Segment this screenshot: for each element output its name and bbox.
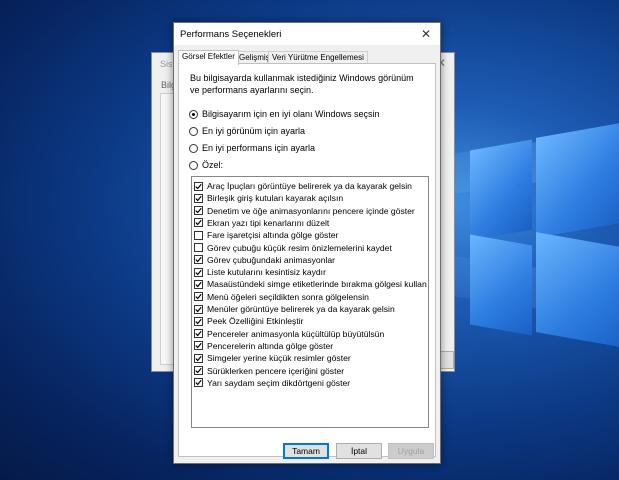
effect-option[interactable]: Sürüklerken pencere içeriğini göster — [194, 365, 344, 377]
effect-label: Pencerelerin altında gölge göster — [207, 340, 334, 351]
effect-option[interactable]: Peek Özelliğini Etkinleştir — [194, 315, 303, 327]
checkbox-unchecked[interactable] — [194, 230, 203, 240]
radio-best-performance[interactable]: En iyi performans için ayarla — [189, 142, 315, 154]
checkbox-checked[interactable] — [194, 279, 203, 289]
effect-label: Görev çubuğu küçük resim önizlemelerini … — [207, 242, 392, 253]
checkbox-checked[interactable] — [194, 267, 203, 277]
check-icon — [195, 220, 202, 226]
check-icon — [195, 343, 202, 349]
effect-label: Menü öğeleri seçildikten sonra gölgelens… — [207, 291, 369, 302]
radio-best-appearance[interactable]: En iyi görünüm için ayarla — [189, 125, 305, 137]
effect-option[interactable]: Pencereler animasyonla küçültülüp büyütü… — [194, 328, 384, 340]
radio-label: Bilgisayarım için en iyi olanı Windows s… — [202, 109, 380, 119]
checkbox-unchecked[interactable] — [194, 243, 203, 252]
check-icon — [195, 318, 202, 325]
checkbox-checked[interactable] — [194, 341, 203, 351]
check-icon — [195, 207, 202, 214]
checkbox-checked[interactable] — [194, 292, 203, 302]
check-icon — [195, 330, 202, 337]
effect-option[interactable]: Denetim ve öğe animasyonlarını pencere i… — [194, 205, 415, 217]
check-icon — [195, 281, 202, 288]
check-icon — [195, 294, 202, 300]
check-icon — [195, 355, 202, 362]
check-icon — [195, 195, 202, 202]
ok-button[interactable]: Tamam — [283, 443, 329, 459]
effect-label: Sürüklerken pencere içeriğini göster — [207, 365, 345, 376]
radio-button[interactable] — [189, 143, 198, 153]
visual-effects-panel: Bu bilgisayarda kullanmak istediğiniz Wi… — [178, 63, 436, 457]
effect-option[interactable]: Masaüstündeki simge etiketlerinde bırakm… — [194, 278, 427, 290]
effect-label: Menüler görüntüye belirerek ya da kayara… — [207, 304, 395, 314]
effect-label: Liste kutularını kesintisiz kaydır — [207, 267, 326, 278]
effect-label: Fare işaretçisi altında gölge göster — [207, 230, 339, 241]
effect-label: Pencereler animasyonla küçültülüp büyütü… — [207, 328, 385, 339]
effect-option[interactable]: Simgeler yerine küçük resimler göster — [194, 352, 351, 364]
close-icon[interactable]: ✕ — [416, 25, 436, 43]
effect-label: Yarı saydam seçim dikdörtgeni göster — [207, 377, 351, 388]
title-bar: Performans Seçenekleri ✕ — [174, 23, 440, 45]
radio-let-windows-choose[interactable]: Bilgisayarım için en iyi olanı Windows s… — [189, 108, 380, 120]
radio-custom[interactable]: Özel: — [189, 159, 223, 171]
checkbox-checked[interactable] — [194, 255, 203, 265]
radio-label: En iyi görünüm için ayarla — [202, 126, 306, 136]
checkbox-checked[interactable] — [194, 218, 203, 228]
checkbox-checked[interactable] — [194, 329, 203, 339]
effect-label: Simgeler yerine küçük resimler göster — [207, 353, 351, 364]
checkbox-checked[interactable] — [194, 206, 203, 216]
effect-label: Peek Özelliğini Etkinleştir — [207, 316, 304, 327]
tab-visual-effects[interactable]: Görsel Efektler — [178, 50, 239, 65]
effect-label: Araç İpuçları görüntüye belirerek ya da … — [207, 181, 412, 191]
radio-label: En iyi performans için ayarla — [202, 143, 316, 153]
effect-label: Görev çubuğundaki animasyonlar — [207, 254, 336, 265]
effect-label: Birleşik giriş kutuları kayarak açılsın — [207, 193, 344, 204]
effect-label: Masaüstündeki simge etiketlerinde bırakm… — [207, 279, 427, 290]
checkbox-checked[interactable] — [194, 304, 203, 314]
effect-option[interactable]: Birleşik giriş kutuları kayarak açılsın — [194, 192, 343, 204]
effect-option[interactable]: Liste kutularını kesintisiz kaydır — [194, 266, 326, 278]
description-text: Bu bilgisayarda kullanmak istediğiniz Wi… — [190, 73, 414, 95]
check-icon — [195, 367, 202, 374]
effect-option[interactable]: Menü öğeleri seçildikten sonra gölgelens… — [194, 291, 369, 303]
check-icon — [195, 380, 202, 386]
apply-button[interactable]: Uygula — [388, 443, 434, 459]
checkbox-checked[interactable] — [194, 353, 203, 363]
radio-button[interactable] — [189, 126, 198, 136]
check-icon — [195, 257, 202, 263]
check-icon — [195, 306, 202, 312]
checkbox-checked[interactable] — [194, 366, 203, 375]
effect-label: Ekran yazı tipi kenarlarını düzelt — [207, 217, 330, 228]
effect-label: Denetim ve öğe animasyonlarını pencere i… — [207, 205, 415, 216]
dialog-title: Performans Seçenekleri — [180, 29, 282, 40]
effect-option[interactable]: Ekran yazı tipi kenarlarını düzelt — [194, 217, 329, 229]
radio-label: Özel: — [202, 160, 224, 170]
effect-option[interactable]: Pencerelerin altında gölge göster — [194, 340, 333, 352]
radio-button[interactable] — [189, 109, 198, 119]
checkbox-checked[interactable] — [194, 378, 203, 388]
effect-option[interactable]: Araç İpuçları görüntüye belirerek ya da … — [194, 180, 412, 192]
check-icon — [195, 183, 202, 189]
cancel-button[interactable]: İptal — [336, 443, 382, 459]
effect-option[interactable]: Fare işaretçisi altında gölge göster — [194, 229, 338, 241]
checkbox-checked[interactable] — [194, 193, 203, 203]
radio-button[interactable] — [189, 160, 198, 170]
performance-options-dialog: Performans Seçenekleri ✕ Görsel Efektler… — [173, 22, 441, 464]
checkbox-checked[interactable] — [194, 316, 203, 326]
visual-effects-list[interactable]: Araç İpuçları görüntüye belirerek ya da … — [191, 176, 429, 428]
effect-option[interactable]: Menüler görüntüye belirerek ya da kayara… — [194, 303, 395, 315]
effect-option[interactable]: Yarı saydam seçim dikdörtgeni göster — [194, 377, 350, 389]
checkbox-checked[interactable] — [194, 181, 203, 191]
check-icon — [195, 269, 202, 275]
effect-option[interactable]: Görev çubuğu küçük resim önizlemelerini … — [194, 242, 392, 254]
effect-option[interactable]: Görev çubuğundaki animasyonlar — [194, 254, 335, 266]
